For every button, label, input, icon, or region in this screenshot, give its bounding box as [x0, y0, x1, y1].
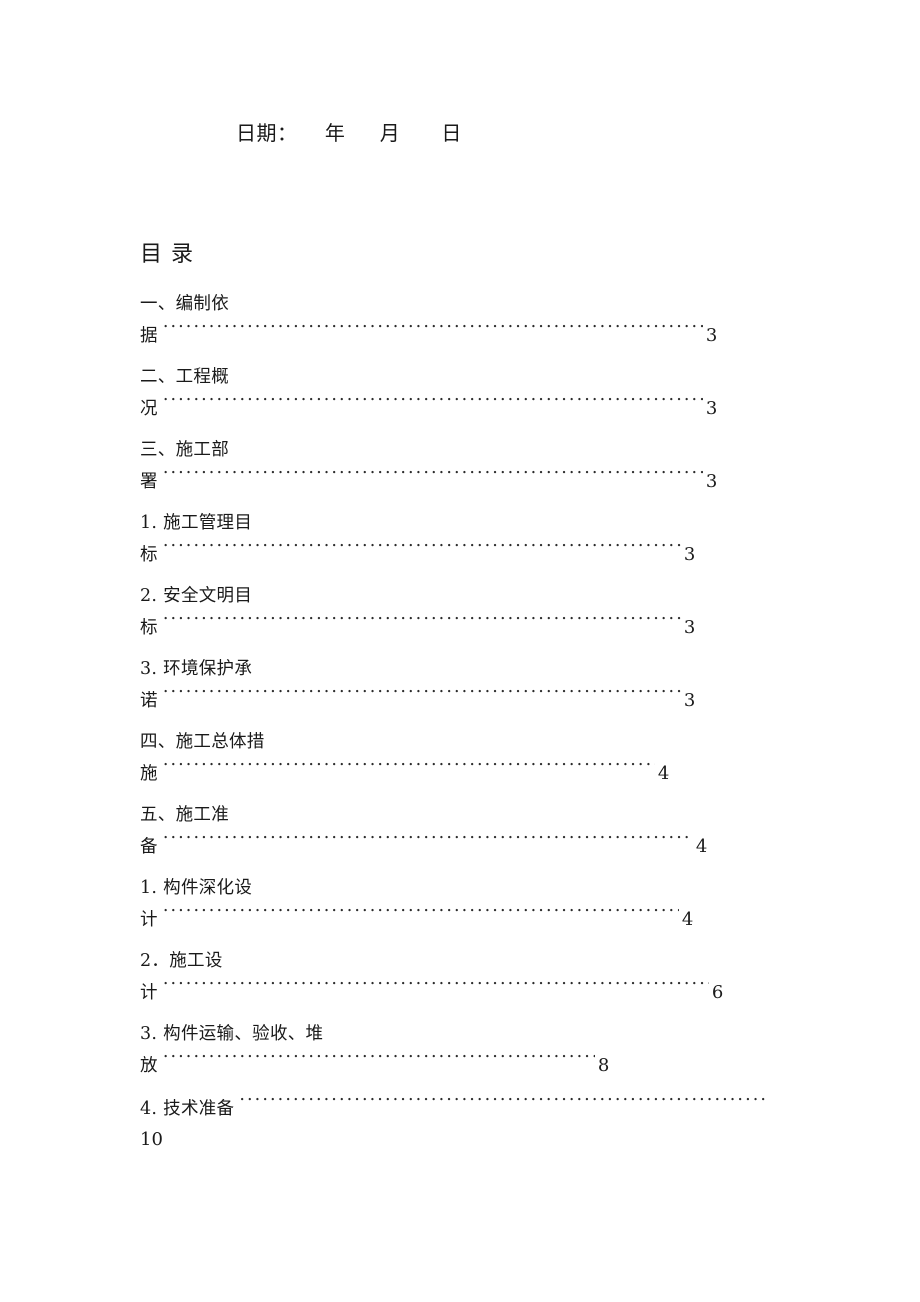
toc-entry[interactable]: 二、工程概况3: [140, 363, 840, 426]
document-page: 日期： 年 月 日 目 录 一、编制依据3二、工程概况3三、施工部署31. 施工…: [0, 0, 920, 1302]
toc-entry[interactable]: 三、施工部署3: [140, 436, 840, 499]
toc-entry[interactable]: 四、施工总体措施4: [140, 728, 840, 791]
toc-page-number: 3: [705, 471, 718, 492]
toc-dot-leader: [163, 615, 681, 633]
toc-page-number: 3: [683, 544, 696, 565]
toc-entry-leader-line: 况3: [140, 392, 840, 426]
toc-entry-leader-line: 备4: [140, 830, 840, 864]
toc-entry-title: 五、施工准: [140, 805, 229, 825]
toc-entry-title-tail: 署: [140, 472, 158, 492]
toc-entry-leader-line: 标3: [140, 538, 840, 572]
toc-entry-title-tail: 据: [140, 326, 158, 346]
toc-entry-title: 四、施工总体措: [140, 732, 265, 752]
toc-entry-title: 三、施工部: [140, 440, 229, 460]
toc-entry-title: 2．施工设: [140, 951, 223, 971]
toc-entry[interactable]: 3. 构件运输、验收、堆放8: [140, 1020, 840, 1083]
toc-dot-leader: [163, 1053, 595, 1071]
toc-entry-leader-line: 诺3: [140, 684, 840, 718]
toc-dot-leader: [163, 980, 709, 998]
toc-entry[interactable]: 1. 施工管理目标3: [140, 509, 840, 572]
date-line: 日期： 年 月 日: [236, 121, 462, 145]
toc-entry-title: 一、编制依: [140, 294, 229, 314]
toc-page-number: 3: [683, 617, 696, 638]
toc-entry-title: 1. 施工管理目: [140, 513, 253, 533]
toc-page-number: 3: [705, 325, 718, 346]
toc-entry-leader-line: 署3: [140, 465, 840, 499]
toc-entry-title-tail: 备: [140, 837, 158, 857]
toc-entry-title-tail: 标: [140, 545, 158, 565]
toc-entry-leader-line: 4. 技术准备: [140, 1093, 840, 1126]
toc-entry-leader-line: 标3: [140, 611, 840, 645]
toc-dot-leader: [163, 396, 703, 414]
toc-entry-title-tail: 计: [140, 983, 158, 1003]
toc-entry[interactable]: 1. 构件深化设计4: [140, 874, 840, 937]
toc-dot-leader: [163, 542, 681, 560]
toc-dot-leader: [163, 469, 703, 487]
toc-page-number: 6: [711, 982, 724, 1003]
toc-dot-leader: [163, 834, 693, 852]
toc-page-number: 8: [597, 1055, 610, 1076]
toc-entry[interactable]: 4. 技术准备 10: [140, 1093, 840, 1154]
toc-entry-title: 3. 环境保护承: [140, 659, 253, 679]
toc-page-number: 4: [695, 836, 708, 857]
table-of-contents: 一、编制依据3二、工程概况3三、施工部署31. 施工管理目标32. 安全文明目标…: [140, 290, 840, 1164]
toc-entry-title: 2. 安全文明目: [140, 586, 253, 606]
toc-entry[interactable]: 2. 安全文明目标3: [140, 582, 840, 645]
toc-dot-leader: [163, 761, 655, 779]
toc-page-number: 4: [681, 909, 694, 930]
toc-entry-title: 3. 构件运输、验收、堆: [140, 1024, 324, 1044]
toc-entry-leader-line: 施4: [140, 757, 840, 791]
toc-dot-leader: [163, 907, 679, 925]
toc-entry-title-tail: 标: [140, 618, 158, 638]
toc-entry[interactable]: 五、施工准备4: [140, 801, 840, 864]
toc-page-number: 3: [683, 690, 696, 711]
toc-dot-leader: [163, 688, 681, 706]
toc-entry[interactable]: 一、编制依据3: [140, 290, 840, 353]
toc-entry-title-tail: 4. 技术准备: [140, 1099, 235, 1119]
toc-entry-title-tail: 计: [140, 910, 158, 930]
toc-page-number: 10: [140, 1129, 163, 1150]
toc-entry-title-tail: 放: [140, 1056, 158, 1076]
toc-entry[interactable]: 2．施工设计6: [140, 947, 840, 1010]
toc-page-number: 4: [657, 763, 670, 784]
toc-entry-leader-line: 计6: [140, 976, 840, 1010]
toc-entry-title: 1. 构件深化设: [140, 878, 253, 898]
page-title: 目 录: [140, 242, 194, 267]
toc-entry-leader-line: 计4: [140, 903, 840, 937]
toc-dot-leader: [163, 323, 703, 341]
toc-entry-title-tail: 施: [140, 764, 158, 784]
toc-entry-leader-line: 放8: [140, 1049, 840, 1083]
toc-entry-title-tail: 况: [140, 399, 158, 419]
toc-entry-title-tail: 诺: [140, 691, 158, 711]
toc-entry-title: 二、工程概: [140, 367, 229, 387]
toc-page-number: 3: [705, 398, 718, 419]
toc-entry-leader-line: 据3: [140, 319, 840, 353]
toc-entry[interactable]: 3. 环境保护承诺3: [140, 655, 840, 718]
toc-dot-leader: [239, 1096, 767, 1114]
